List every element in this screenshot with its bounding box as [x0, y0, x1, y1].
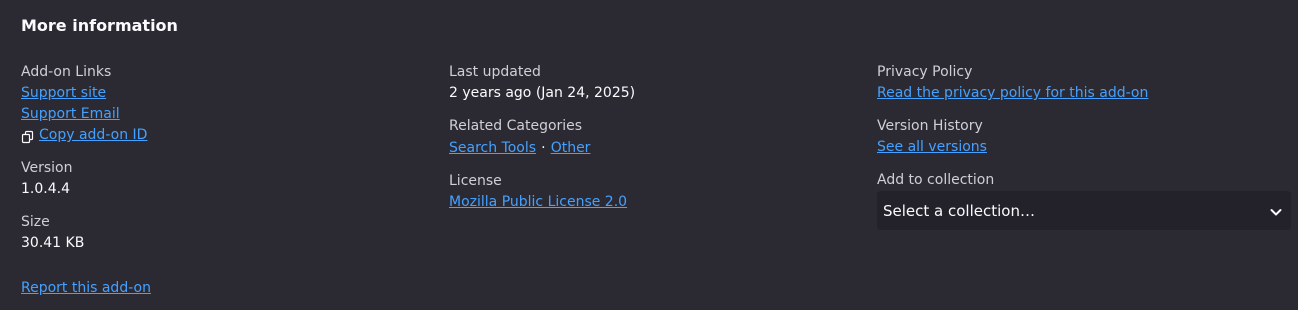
- info-column-1: Add-on Links Support site Support Email …: [21, 62, 421, 266]
- section-title: More information: [21, 16, 178, 35]
- related-categories-list: Search Tools · Other: [449, 137, 849, 159]
- category-link-search-tools[interactable]: Search Tools: [449, 140, 536, 156]
- version-history-label: Version History: [877, 118, 983, 134]
- collection-select-value: Select a collection…: [883, 201, 1035, 220]
- add-to-collection: Add to collection Select a collection…: [877, 170, 1291, 230]
- privacy-policy-link[interactable]: Read the privacy policy for this add-on: [877, 83, 1291, 104]
- report-addon-link[interactable]: Report this add-on: [21, 278, 151, 299]
- version-label: Version: [21, 160, 73, 176]
- addon-links-label: Add-on Links: [21, 64, 112, 80]
- info-column-3: Privacy Policy Read the privacy policy f…: [877, 62, 1291, 242]
- support-email-link[interactable]: Support Email: [21, 104, 421, 125]
- add-to-collection-label: Add to collection: [877, 172, 995, 188]
- version-history-info: Version History See all versions: [877, 116, 1291, 158]
- privacy-policy-label: Privacy Policy: [877, 64, 973, 80]
- support-site-link[interactable]: Support site: [21, 83, 421, 104]
- last-updated-value: 2 years ago (Jan 24, 2025): [449, 85, 636, 101]
- chevron-down-icon: [1269, 204, 1283, 218]
- related-categories-info: Related Categories Search Tools · Other: [449, 116, 849, 159]
- category-link-other[interactable]: Other: [551, 140, 591, 156]
- info-column-2: Last updated 2 years ago (Jan 24, 2025) …: [449, 62, 849, 225]
- last-updated-label: Last updated: [449, 64, 541, 80]
- last-updated-info: Last updated 2 years ago (Jan 24, 2025): [449, 62, 849, 104]
- related-categories-label: Related Categories: [449, 118, 583, 134]
- see-all-versions-link[interactable]: See all versions: [877, 137, 1291, 158]
- license-info: License Mozilla Public License 2.0: [449, 171, 849, 213]
- category-separator: ·: [541, 140, 546, 156]
- license-link[interactable]: Mozilla Public License 2.0: [449, 192, 849, 213]
- size-label: Size: [21, 214, 50, 230]
- copy-addon-id-row[interactable]: Copy add-on ID: [21, 125, 421, 146]
- collection-select[interactable]: Select a collection…: [877, 191, 1291, 230]
- copy-addon-id-link[interactable]: Copy add-on ID: [39, 125, 147, 146]
- addon-links: Add-on Links Support site Support Email …: [21, 62, 421, 146]
- copy-icon: [21, 129, 35, 143]
- size-info: Size 30.41 KB: [21, 212, 421, 254]
- version-info: Version 1.0.4.4: [21, 158, 421, 200]
- license-label: License: [449, 173, 502, 189]
- privacy-policy-info: Privacy Policy Read the privacy policy f…: [877, 62, 1291, 104]
- version-value: 1.0.4.4: [21, 181, 70, 197]
- size-value: 30.41 KB: [21, 235, 85, 251]
